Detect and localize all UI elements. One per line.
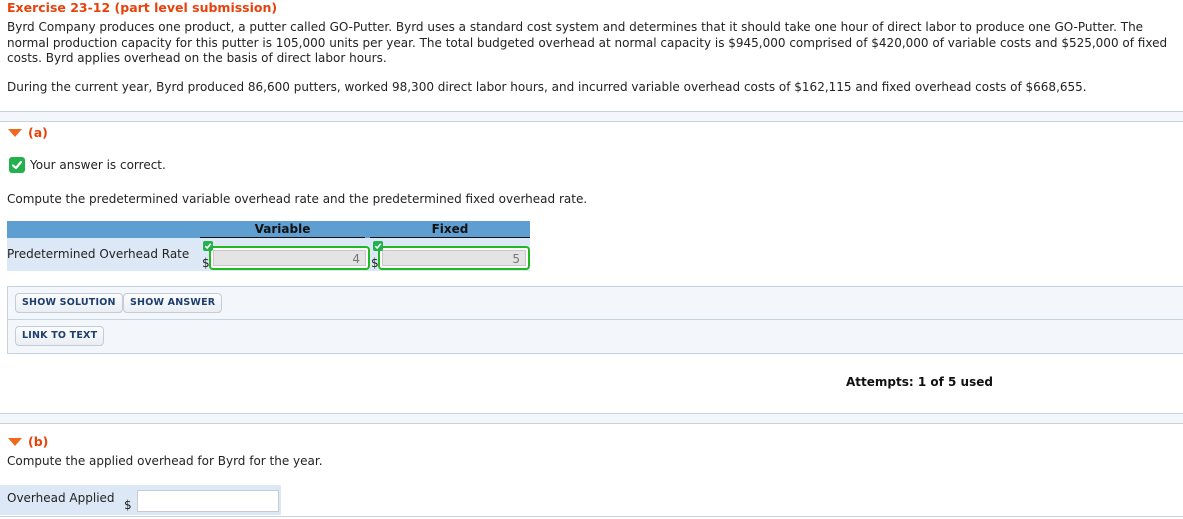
problem-text: Byrd Company produces one product, a put…	[7, 20, 1168, 65]
collapse-triangle-icon	[8, 437, 22, 446]
overhead-applied-label: Overhead Applied	[7, 491, 115, 505]
section-divider	[0, 413, 1183, 424]
exercise-title: Exercise 23-12 (part level submission)	[7, 0, 278, 15]
checkmark-icon	[9, 157, 25, 173]
show-solution-button[interactable]: SHOW SOLUTION	[15, 293, 123, 313]
overhead-applied-row: Overhead Applied $	[0, 485, 281, 515]
part-a-prompt: Compute the predetermined variable overh…	[7, 192, 588, 206]
part-b-toggle[interactable]: (b)	[8, 434, 48, 449]
panel-divider	[8, 319, 1183, 320]
correct-status: Your answer is correct.	[9, 157, 166, 173]
column-header-fixed: Fixed	[370, 221, 530, 238]
part-b-label: (b)	[28, 434, 49, 449]
collapse-triangle-icon	[8, 128, 22, 137]
variable-rate-input[interactable]: 4	[209, 246, 370, 270]
overhead-applied-input[interactable]	[137, 490, 279, 512]
fixed-rate-input[interactable]: 5	[378, 246, 530, 270]
correct-check-icon	[373, 241, 383, 251]
section-divider	[0, 111, 1183, 122]
table-header: Variable Fixed	[7, 221, 530, 238]
part-a-label: (a)	[28, 125, 48, 140]
correct-check-icon	[203, 241, 213, 251]
current-year-text: During the current year, Byrd produced 8…	[7, 80, 1087, 94]
show-answer-button[interactable]: SHOW ANSWER	[123, 293, 223, 313]
part-a-toggle[interactable]: (a)	[8, 125, 48, 140]
table-row: Predetermined Overhead Rate $ 4 $ 5	[7, 238, 530, 271]
part-b-prompt: Compute the applied overhead for Byrd fo…	[7, 454, 323, 468]
currency-symbol: $	[124, 498, 132, 512]
status-text: Your answer is correct.	[30, 158, 166, 172]
bottom-divider	[0, 516, 1183, 517]
row-label: Predetermined Overhead Rate	[7, 247, 190, 261]
solution-panel: SHOW SOLUTION SHOW ANSWER LINK TO TEXT	[7, 286, 1183, 354]
attempts-counter: Attempts: 1 of 5 used	[846, 375, 993, 389]
variable-rate-value: 4	[213, 250, 366, 266]
column-header-variable: Variable	[200, 221, 365, 238]
link-to-text-button[interactable]: LINK TO TEXT	[15, 326, 105, 346]
fixed-rate-value: 5	[382, 250, 526, 266]
